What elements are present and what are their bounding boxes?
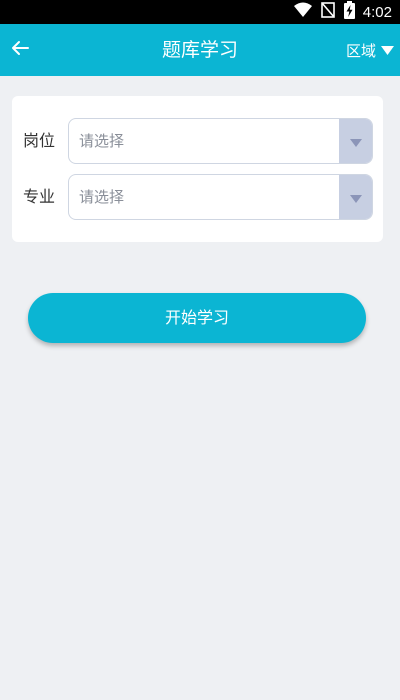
status-time: 4:02 <box>362 3 392 21</box>
triangle-down-icon <box>381 41 394 59</box>
position-dropdown-button[interactable] <box>339 119 372 163</box>
app-bar: 题库学习 区域 <box>0 24 400 76</box>
major-select-placeholder: 请选择 <box>79 188 125 206</box>
battery-charging-icon <box>343 1 355 23</box>
position-select[interactable]: 请选择 <box>68 118 373 164</box>
triangle-down-icon <box>349 132 362 151</box>
page-title: 题库学习 <box>161 39 238 61</box>
major-select[interactable]: 请选择 <box>68 174 373 220</box>
major-label: 专业 <box>23 187 56 206</box>
region-label: 区域 <box>345 41 376 60</box>
status-bar: 4:02 <box>0 0 400 24</box>
start-study-button[interactable]: 开始学习 <box>28 293 366 343</box>
position-label: 岗位 <box>23 131 56 150</box>
wifi-icon <box>293 2 312 22</box>
status-icons: 4:02 <box>293 0 392 24</box>
major-row: 专业 请选择 <box>12 174 383 220</box>
triangle-down-icon <box>349 188 362 207</box>
major-dropdown-button[interactable] <box>339 175 372 219</box>
region-selector[interactable]: 区域 <box>346 24 394 76</box>
position-row: 岗位 请选择 <box>12 118 383 164</box>
position-select-placeholder: 请选择 <box>79 132 125 150</box>
selection-card: 岗位 请选择 专业 请选择 <box>12 96 383 242</box>
no-signal-icon <box>320 2 336 22</box>
